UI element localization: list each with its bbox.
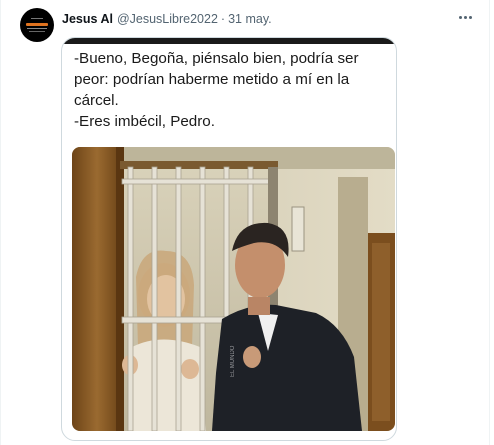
author-handle[interactable]: @JesusLibre2022 (117, 12, 218, 26)
dot (468, 15, 472, 19)
avatar-detail (31, 18, 43, 19)
tweet-image-card[interactable]: -Bueno, Begoña, piénsalo bien, podría se… (61, 37, 397, 441)
caption-line: -Eres imbécil, Pedro. (74, 113, 215, 130)
avatar[interactable] (20, 8, 54, 42)
avatar-detail (29, 31, 45, 32)
author-name[interactable]: Jesus Al (62, 12, 113, 26)
photo-illustration: EL MUNDO (72, 147, 395, 431)
caption-line: -Bueno, Begoña, piénsalo bien, podría se… (74, 50, 359, 67)
meme-caption: -Bueno, Begoña, piénsalo bien, podría se… (74, 48, 392, 132)
dot (458, 15, 462, 19)
dot (463, 15, 467, 19)
photo-prison-cell[interactable]: EL MUNDO (72, 147, 395, 431)
tweet[interactable]: Jesus Al @JesusLibre2022 · 31 may. -Buen… (0, 0, 494, 445)
caption-line: cárcel. (74, 92, 119, 109)
timeline-divider-right (489, 0, 490, 445)
avatar-stripe (26, 23, 48, 26)
svg-text:EL MUNDO: EL MUNDO (230, 345, 236, 377)
tweet-header: Jesus Al @JesusLibre2022 · 31 may. (62, 10, 272, 28)
caption-line: peor: podrían haberme metido a mí en la (74, 71, 350, 88)
more-options-icon[interactable] (456, 8, 474, 26)
header-separator: · (220, 12, 226, 26)
avatar-detail (27, 28, 47, 29)
timeline-divider-left (0, 0, 1, 445)
image-top-edge (62, 38, 396, 44)
tweet-date[interactable]: 31 may. (228, 12, 272, 26)
